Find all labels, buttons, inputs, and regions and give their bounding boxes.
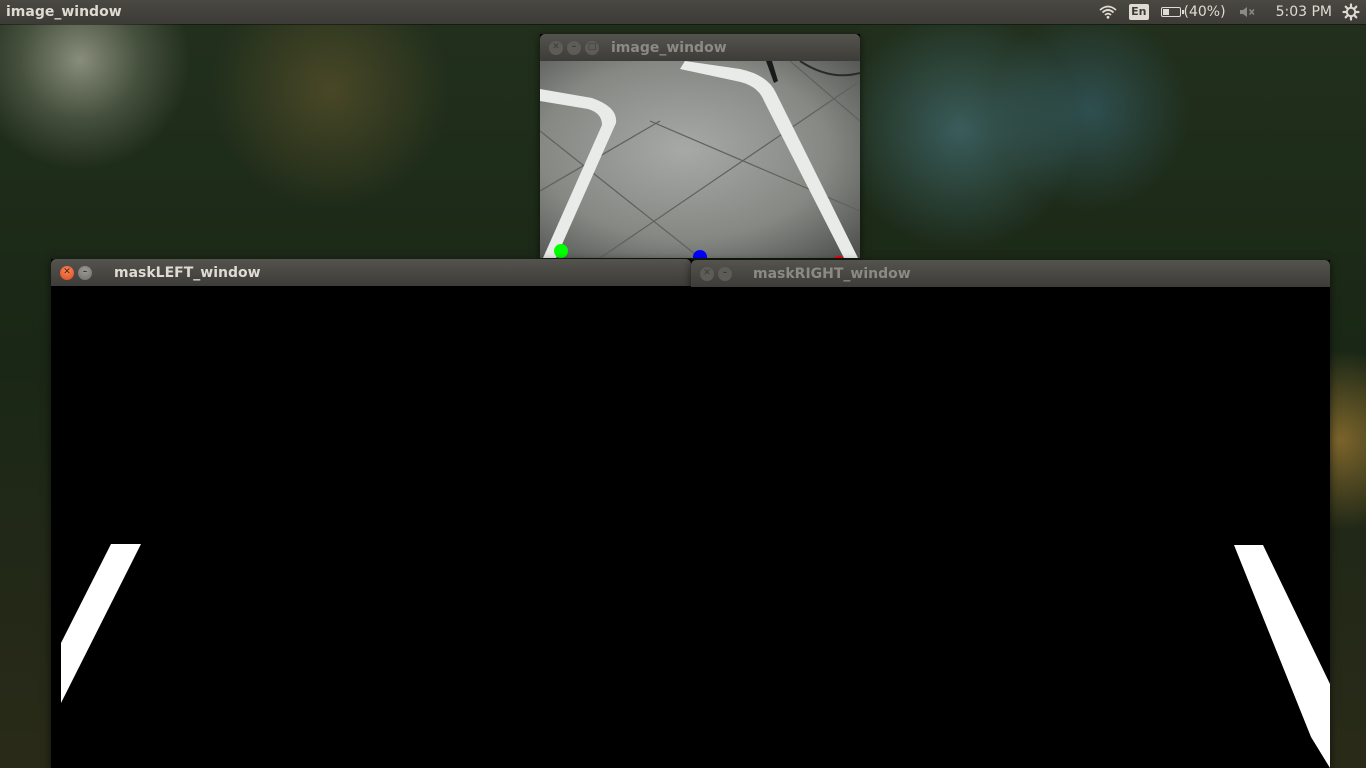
window-title: maskRIGHT_window [753,265,911,282]
minimize-button[interactable]: – [567,40,581,55]
battery-icon [1160,7,1184,17]
top-panel: image_window En (40%) 5:03 PM [0,0,1366,24]
clock[interactable]: 5:03 PM [1262,4,1342,20]
mask-left-window[interactable]: ✕ – maskLEFT_window [51,259,691,768]
wifi-icon [1099,5,1117,19]
keyboard-layout-indicator[interactable]: En [1123,0,1154,24]
close-icon: ✕ [63,267,71,277]
close-icon: ✕ [703,268,711,278]
image-window[interactable]: ✕ – □ image_window [540,34,860,258]
battery-indicator[interactable]: (40%) [1155,0,1232,24]
volume-indicator[interactable] [1232,0,1262,24]
mask-right-titlebar[interactable]: ✕ – maskRIGHT_window [691,260,1330,287]
indicator-area: En (40%) 5:03 PM [1093,0,1366,24]
close-icon: ✕ [552,42,560,52]
minimize-button[interactable]: – [78,265,92,280]
close-button[interactable]: ✕ [549,40,563,55]
mask-left-titlebar[interactable]: ✕ – maskLEFT_window [51,259,691,286]
mask-left-image [51,286,691,768]
maximize-icon: □ [587,42,597,52]
camera-frame [540,61,860,258]
window-controls: ✕ – [691,266,753,281]
wifi-indicator[interactable] [1093,0,1123,24]
settings-gear-icon [1342,3,1360,21]
volume-muted-icon [1239,7,1255,17]
close-button[interactable]: ✕ [700,266,714,281]
mask-right-canvas [691,287,1330,768]
minimize-button[interactable]: – [718,266,732,281]
close-button[interactable]: ✕ [60,265,74,280]
mask-left-canvas [51,286,691,768]
window-title: image_window [611,39,727,56]
minimize-icon: – [722,268,728,278]
keyboard-layout-icon: En [1129,4,1149,20]
window-controls: ✕ – □ [540,40,611,55]
maximize-button[interactable]: □ [585,40,599,55]
image-window-titlebar[interactable]: ✕ – □ image_window [540,34,860,61]
battery-percentage: (40%) [1183,4,1226,20]
left-lane-marker [554,244,568,258]
window-controls: ✕ – [51,265,114,280]
window-title: maskLEFT_window [114,264,261,281]
battery-level-fill [1162,9,1169,15]
minimize-icon: – [82,267,88,277]
camera-image [540,61,860,258]
active-app-title: image_window [6,4,122,20]
mask-right-window[interactable]: ✕ – maskRIGHT_window [691,260,1330,768]
minimize-icon: – [571,42,577,52]
mask-right-image [691,287,1330,768]
session-menu[interactable] [1342,0,1366,24]
